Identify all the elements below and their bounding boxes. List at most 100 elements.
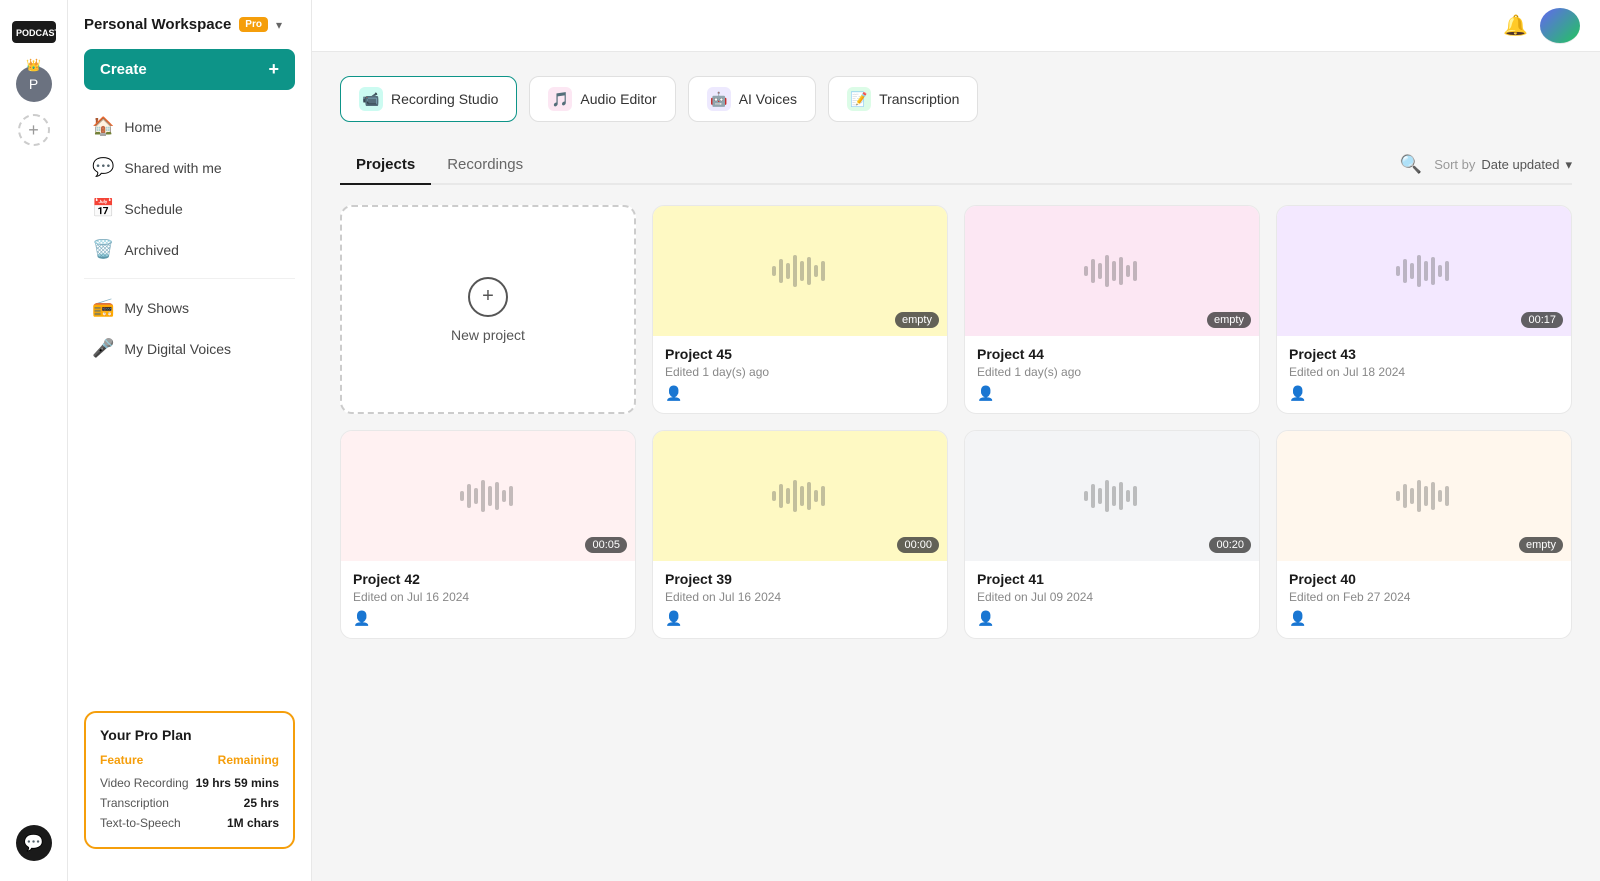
tab-transcription-label: Transcription [879, 91, 959, 107]
project-card-p45[interactable]: empty Project 45 Edited 1 day(s) ago 👤 [652, 205, 948, 414]
workspace-title: Personal Workspace [84, 16, 231, 33]
card-thumbnail: 00:05 [341, 431, 635, 561]
workspace-avatar[interactable]: 👑 P [16, 66, 52, 102]
pro-plan-table: Feature Remaining Video Recording 19 hrs… [100, 753, 279, 833]
new-project-plus-icon: + [468, 277, 508, 317]
sidebar-item-schedule[interactable]: 📅 Schedule [76, 188, 303, 229]
card-title: Project 44 [977, 346, 1247, 362]
tab-projects-label: Projects [356, 156, 415, 173]
user-avatar[interactable] [1540, 8, 1580, 44]
sidebar-nav: 🏠 Home 💬 Shared with me 📅 Schedule 🗑️ Ar… [68, 106, 311, 369]
card-user-icon: 👤 [1289, 610, 1306, 626]
tab-recordings[interactable]: Recordings [431, 146, 539, 185]
tab-audio-editor-label: Audio Editor [580, 91, 656, 107]
empty-badge: empty [1207, 312, 1251, 328]
tab-ai-voices-label: AI Voices [739, 91, 797, 107]
project-card-p41[interactable]: 00:20 Project 41 Edited on Jul 09 2024 👤 [964, 430, 1260, 639]
duration-badge: 00:05 [585, 537, 627, 553]
ai-voices-icon: 🤖 [707, 87, 731, 111]
sidebar-item-myvoices[interactable]: 🎤 My Digital Voices [76, 328, 303, 369]
content-area: 📹 Recording Studio 🎵 Audio Editor 🤖 AI V… [312, 52, 1600, 881]
add-icon: + [28, 120, 39, 141]
workspace-header[interactable]: Personal Workspace Pro ▾ [68, 16, 311, 49]
sidebar-item-myshows-label: My Shows [124, 300, 189, 316]
card-date: Edited on Jul 16 2024 [353, 590, 623, 604]
project-card-p40[interactable]: empty Project 40 Edited on Feb 27 2024 👤 [1276, 430, 1572, 639]
recording-studio-icon: 📹 [359, 87, 383, 111]
card-info: Project 45 Edited 1 day(s) ago 👤 [653, 336, 947, 413]
chat-button[interactable]: 💬 [16, 825, 52, 861]
card-info: Project 39 Edited on Jul 16 2024 👤 [653, 561, 947, 638]
card-thumbnail: 00:20 [965, 431, 1259, 561]
card-date: Edited on Jul 18 2024 [1289, 365, 1559, 379]
card-date: Edited 1 day(s) ago [665, 365, 935, 379]
card-thumbnail: empty [1277, 431, 1571, 561]
card-user-icon: 👤 [1289, 385, 1306, 401]
tab-audio-editor[interactable]: 🎵 Audio Editor [529, 76, 675, 122]
app-logo[interactable]: PODCASTLE [12, 10, 56, 54]
content-tab-actions: 🔍 Sort by Date updated ▾ [1400, 154, 1572, 175]
card-title: Project 39 [665, 571, 935, 587]
new-project-card[interactable]: + New project [340, 205, 636, 414]
avatar-letter: P [29, 76, 38, 92]
nav-divider [84, 278, 295, 279]
remaining-2: 1M chars [227, 816, 279, 830]
empty-badge: empty [895, 312, 939, 328]
card-user-icon: 👤 [977, 610, 994, 626]
project-card-p39[interactable]: 00:00 Project 39 Edited on Jul 16 2024 👤 [652, 430, 948, 639]
search-button[interactable]: 🔍 [1400, 154, 1422, 175]
card-user-icon: 👤 [665, 385, 682, 401]
tab-ai-voices[interactable]: 🤖 AI Voices [688, 76, 816, 122]
create-button[interactable]: Create + [84, 49, 295, 90]
tab-recordings-label: Recordings [447, 156, 523, 173]
sidebar-item-archived[interactable]: 🗑️ Archived [76, 229, 303, 270]
sidebar-item-myshows[interactable]: 📻 My Shows [76, 287, 303, 328]
svg-text:PODCASTLE: PODCASTLE [16, 28, 56, 38]
pro-plan-row-0: Video Recording 19 hrs 59 mins [100, 773, 279, 793]
notifications-bell-icon[interactable]: 🔔 [1503, 13, 1528, 38]
create-plus-icon: + [268, 59, 279, 80]
project-card-p43[interactable]: 00:17 Project 43 Edited on Jul 18 2024 👤 [1276, 205, 1572, 414]
sidebar-item-home[interactable]: 🏠 Home [76, 106, 303, 147]
tab-recording-studio-label: Recording Studio [391, 91, 498, 107]
home-icon: 🏠 [92, 116, 114, 137]
card-user-icon: 👤 [353, 610, 370, 626]
sidebar-item-shared[interactable]: 💬 Shared with me [76, 147, 303, 188]
feature-0: Video Recording [100, 776, 189, 790]
empty-badge: empty [1519, 537, 1563, 553]
sidebar-item-home-label: Home [124, 119, 161, 135]
pro-plan-header: Feature Remaining [100, 753, 279, 767]
card-date: Edited on Jul 09 2024 [977, 590, 1247, 604]
pro-plan-box: Your Pro Plan Feature Remaining Video Re… [84, 711, 295, 849]
feature-1: Transcription [100, 796, 169, 810]
card-title: Project 41 [977, 571, 1247, 587]
tab-transcription[interactable]: 📝 Transcription [828, 76, 978, 122]
tab-recording-studio[interactable]: 📹 Recording Studio [340, 76, 517, 122]
project-card-p42[interactable]: 00:05 Project 42 Edited on Jul 16 2024 👤 [340, 430, 636, 639]
remaining-0: 19 hrs 59 mins [196, 776, 279, 790]
duration-badge: 00:20 [1209, 537, 1251, 553]
sidebar-item-schedule-label: Schedule [124, 201, 182, 217]
chat-icon: 💬 [24, 833, 44, 853]
content-tabs: Projects Recordings 🔍 Sort by Date updat… [340, 146, 1572, 185]
card-date: Edited 1 day(s) ago [977, 365, 1247, 379]
sort-by-dropdown[interactable]: Sort by Date updated ▾ [1434, 157, 1572, 173]
card-thumbnail: 00:17 [1277, 206, 1571, 336]
myshows-icon: 📻 [92, 297, 114, 318]
shared-icon: 💬 [92, 157, 114, 178]
card-thumbnail: empty [965, 206, 1259, 336]
project-card-p44[interactable]: empty Project 44 Edited 1 day(s) ago 👤 [964, 205, 1260, 414]
add-workspace-button[interactable]: + [18, 114, 50, 146]
sort-chevron-icon: ▾ [1565, 157, 1572, 173]
card-info: Project 44 Edited 1 day(s) ago 👤 [965, 336, 1259, 413]
remaining-1: 25 hrs [244, 796, 279, 810]
transcription-icon: 📝 [847, 87, 871, 111]
tab-projects[interactable]: Projects [340, 146, 431, 185]
sort-by-label: Sort by [1434, 157, 1475, 172]
tool-tabs: 📹 Recording Studio 🎵 Audio Editor 🤖 AI V… [340, 76, 1572, 122]
top-bar: 🔔 [312, 0, 1600, 52]
card-info: Project 43 Edited on Jul 18 2024 👤 [1277, 336, 1571, 413]
sidebar-item-myvoices-label: My Digital Voices [124, 341, 231, 357]
icon-sidebar: PODCASTLE 👑 P + 💬 [0, 0, 68, 881]
projects-grid: + New project empty Project 45 Edited 1 … [340, 205, 1572, 639]
